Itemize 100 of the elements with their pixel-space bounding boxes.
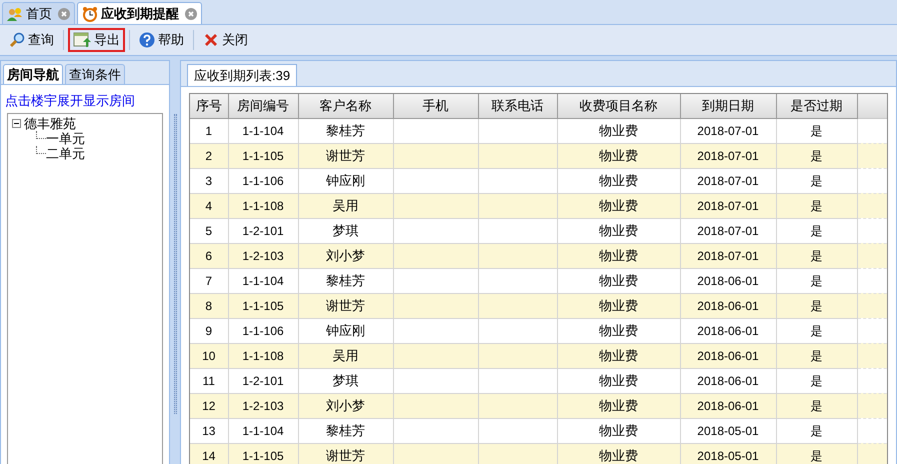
table-cell: 1-1-105 <box>242 298 284 312</box>
table-cell: 8 <box>205 298 212 312</box>
table-cell: 10 <box>202 348 216 362</box>
toolbar-button[interactable]: 关闭 <box>198 28 253 52</box>
table-cell: 物业费 <box>599 172 638 188</box>
table-cell: 物业费 <box>599 348 638 363</box>
table-cell: 物业费 <box>599 372 638 388</box>
column-header[interactable]: 到期日期 <box>680 94 776 118</box>
table-cell: 2018-07-01 <box>697 124 759 138</box>
table-cell: 1 <box>205 124 212 138</box>
column-header[interactable]: 手机 <box>393 94 478 118</box>
table-cell: 12 <box>202 398 216 412</box>
table-cell: 黎桂芳 <box>326 272 365 288</box>
column-header[interactable]: 序号 <box>190 94 228 118</box>
column-header[interactable]: 房间编号 <box>228 94 298 118</box>
table-cell: 物业费 <box>599 398 638 413</box>
table-cell: 是 <box>810 424 822 438</box>
tab-close-icon[interactable] <box>185 8 197 20</box>
table-cell: 吴用 <box>332 198 358 213</box>
table-cell: 是 <box>810 298 822 312</box>
table-cell: 1-2-103 <box>242 398 284 412</box>
column-header[interactable]: 是否过期 <box>776 94 857 118</box>
table-cell: 是 <box>810 398 822 412</box>
table-cell: 13 <box>202 424 216 438</box>
splitter-handle[interactable] <box>174 114 176 414</box>
tab[interactable]: 首页 <box>2 2 75 24</box>
tree-node[interactable]: 二单元 <box>46 146 85 160</box>
search-icon <box>9 32 25 48</box>
table-cell: 物业费 <box>599 298 638 313</box>
table-cell: 物业费 <box>599 148 638 163</box>
table-cell: 2018-07-01 <box>697 148 759 162</box>
table-cell: 物业费 <box>599 448 638 463</box>
table-cell: 2018-07-01 <box>697 224 759 238</box>
panel-tab[interactable]: 查询条件 <box>65 64 125 84</box>
list-tab[interactable]: 应收到期列表:39 <box>187 64 298 86</box>
table-cell: 2018-07-01 <box>697 174 759 188</box>
table-cell: 7 <box>205 274 212 288</box>
tree-toggle-icon[interactable] <box>12 118 21 128</box>
table-cell: 是 <box>810 274 822 288</box>
alarm-clock-icon <box>82 6 98 22</box>
toolbar-button[interactable]: 查询 <box>4 28 59 52</box>
table-cell: 物业费 <box>599 322 638 338</box>
table-cell: 是 <box>810 248 822 262</box>
table-cell: 是 <box>810 174 822 188</box>
table-cell: 1-1-105 <box>242 148 284 162</box>
table-cell: 3 <box>205 174 212 188</box>
table-cell: 1-1-106 <box>242 324 284 338</box>
toolbar-button[interactable]: 导出 <box>68 28 125 52</box>
tree-node[interactable]: 一单元 <box>46 130 85 146</box>
table-cell: 是 <box>810 148 822 162</box>
table-cell: 1-1-106 <box>242 174 284 188</box>
table-cell: 11 <box>202 374 215 388</box>
table-cell: 是 <box>810 198 822 212</box>
table-cell: 梦琪 <box>332 222 358 238</box>
table-cell: 1-1-105 <box>242 448 284 462</box>
table-cell: 2 <box>205 148 212 162</box>
table-cell: 是 <box>810 374 822 388</box>
table-cell: 物业费 <box>599 198 638 213</box>
table-cell: 是 <box>810 348 822 362</box>
table-cell: 物业费 <box>599 272 638 288</box>
table-cell: 1-2-101 <box>242 224 284 238</box>
table-cell: 是 <box>810 124 822 138</box>
table-cell: 14 <box>202 448 216 462</box>
table-cell: 2018-06-01 <box>697 274 759 288</box>
panel-tab[interactable]: 房间导航 <box>3 64 63 84</box>
table-cell: 是 <box>810 448 822 462</box>
table-cell: 2018-06-01 <box>697 398 759 412</box>
table-cell: 2018-06-01 <box>697 348 759 362</box>
table-cell: 6 <box>205 248 212 262</box>
table-cell: 1-1-104 <box>242 274 284 288</box>
tab-close-icon[interactable] <box>58 8 70 20</box>
table-cell: 2018-06-01 <box>697 374 759 388</box>
column-header[interactable]: 客户名称 <box>298 94 393 118</box>
column-header[interactable]: 收费项目名称 <box>557 94 680 118</box>
people-icon <box>7 6 23 22</box>
table-cell: 2018-07-01 <box>697 198 759 212</box>
table-cell: 1-1-104 <box>242 424 284 438</box>
tree-node[interactable]: 德丰雅苑 <box>24 116 76 130</box>
table-cell: 2018-06-01 <box>697 324 759 338</box>
table-cell: 刘小梦 <box>326 248 365 263</box>
table-cell: 谢世芳 <box>326 448 365 463</box>
table-cell: 1-1-108 <box>242 348 284 362</box>
table-cell: 物业费 <box>599 222 638 238</box>
table-cell: 谢世芳 <box>326 298 365 313</box>
table-cell: 黎桂芳 <box>326 122 365 138</box>
table-cell: 2018-06-01 <box>697 298 759 312</box>
hint-text: 点击楼宇展开显示房间 <box>4 92 136 110</box>
export-icon <box>73 32 91 48</box>
column-header[interactable]: 联系电话 <box>478 94 557 118</box>
close-icon <box>203 32 219 48</box>
table-cell: 钟应刚 <box>326 322 365 338</box>
table-cell: 1-1-104 <box>242 124 284 138</box>
table-cell: 5 <box>205 224 212 238</box>
table-cell: 2018-07-01 <box>697 248 759 262</box>
toolbar-button[interactable]: 帮助 <box>134 28 189 52</box>
table-cell: 1-1-108 <box>242 198 284 212</box>
table-cell: 谢世芳 <box>326 148 365 163</box>
table-cell: 是 <box>810 224 822 238</box>
tab[interactable]: 应收到期提醒 <box>77 2 202 24</box>
table-cell: 黎桂芳 <box>326 422 365 438</box>
